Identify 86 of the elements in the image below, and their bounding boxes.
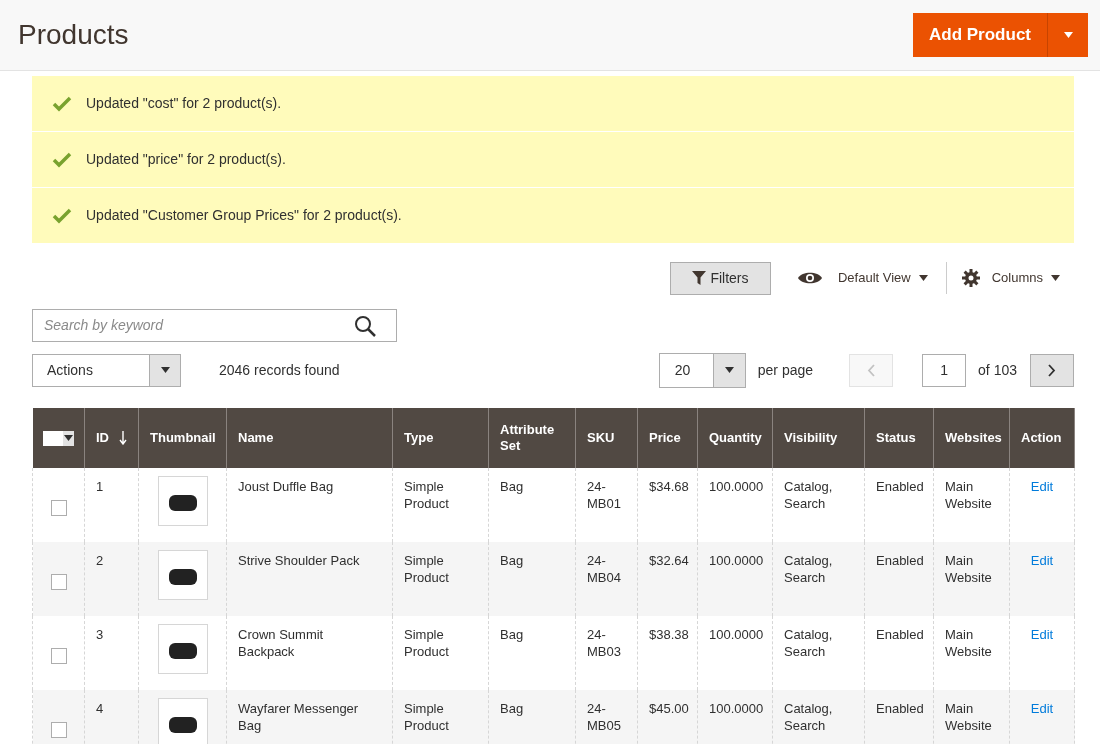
table-cell: $38.38	[649, 627, 689, 642]
actions-dropdown[interactable]: Actions	[32, 353, 181, 387]
table-cell: 1	[96, 479, 104, 494]
caret-icon	[1063, 32, 1073, 38]
table-cell: 100.0000	[709, 479, 764, 494]
table-cell: Enabled	[876, 627, 924, 642]
row-checkbox[interactable]	[50, 721, 67, 738]
table-cell: Crown Summit Backpack	[238, 627, 324, 659]
sort-down-arrow-icon	[119, 431, 127, 445]
table-cell: Bag	[500, 553, 524, 568]
table-cell: 100.0000	[709, 553, 764, 568]
photo-placeholder	[157, 624, 208, 674]
table-cell: 24-MB05	[587, 701, 621, 733]
table-cell: Simple Product	[404, 479, 449, 511]
edit-link[interactable]: Edit	[1021, 552, 1063, 569]
table-cell: Enabled	[876, 479, 924, 494]
caret-icon	[918, 275, 928, 281]
chevron-right-icon	[1048, 363, 1056, 377]
checkmark-icon	[52, 207, 72, 224]
page-number-field[interactable]: 1	[922, 353, 967, 387]
search-field[interactable]: Search by keyword	[32, 309, 397, 342]
per-page-label: per page	[757, 360, 814, 380]
table-cell: Main Website	[945, 479, 992, 511]
search-input[interactable]: Search by keyword	[44, 315, 354, 336]
edit-link[interactable]: Edit	[1021, 626, 1063, 643]
table-cell: 4	[96, 701, 104, 716]
table-cell: Enabled	[876, 701, 924, 716]
table-cell: Catalog, Search	[784, 479, 833, 511]
checkmark-icon	[52, 151, 72, 168]
edit-link[interactable]: Edit	[1021, 478, 1063, 495]
page-title: Products	[18, 18, 129, 52]
mass-select-checkbox[interactable]	[42, 430, 74, 446]
chevron-left-icon	[867, 363, 876, 377]
row-checkbox[interactable]	[50, 499, 67, 516]
edit-link[interactable]: Edit	[1021, 700, 1063, 717]
table-cell: Main Website	[945, 627, 992, 659]
table-cell: $45.00	[649, 701, 689, 716]
table-cell: Enabled	[876, 553, 924, 568]
table-cell: Joust Duffle Bag	[238, 479, 334, 494]
eye-icon	[797, 271, 822, 285]
per-page-dropdown[interactable]: 20	[658, 352, 746, 388]
message-text: Updated "cost" for 2 product(s).	[86, 94, 282, 113]
message-text: Updated "Customer Group Prices" for 2 product(s).	[86, 206, 402, 225]
table-cell: 24-MB01	[587, 479, 621, 511]
table-cell: Main Website	[945, 553, 992, 585]
table-cell: Bag	[500, 701, 524, 716]
settings-icon	[961, 269, 980, 287]
table-cell: Catalog, Search	[784, 701, 833, 733]
table-cell: 100.0000	[709, 701, 764, 716]
table-cell: Simple Product	[404, 627, 449, 659]
table-cell: Strive Shoulder Pack	[238, 553, 360, 568]
table-cell: 24-MB03	[587, 627, 621, 659]
page-count: of 103	[978, 360, 1017, 380]
add-product-split-button[interactable]: Add Product	[913, 13, 1088, 57]
add-product-button[interactable]: Add Product	[913, 13, 1047, 57]
table-cell: $32.64	[649, 553, 689, 568]
table-cell: 100.0000	[709, 627, 764, 642]
caret-icon	[63, 435, 73, 441]
table-cell: Catalog, Search	[784, 627, 833, 659]
table-cell: Wayfarer Messenger Bag	[238, 701, 359, 733]
records-count: 2046 records found	[219, 360, 340, 380]
table-cell: Bag	[500, 627, 524, 642]
row-checkbox[interactable]	[50, 647, 67, 664]
columns-dropdown[interactable]: Columns	[961, 268, 1060, 288]
view-dropdown[interactable]: Default View	[797, 262, 947, 294]
table-cell: 24-MB04	[587, 553, 621, 585]
row-checkbox[interactable]	[50, 573, 67, 590]
photo-placeholder	[157, 476, 208, 526]
table-cell: Simple Product	[404, 701, 449, 733]
message-text: Updated "price" for 2 product(s).	[86, 150, 286, 169]
caret-icon	[1051, 275, 1060, 281]
photo-placeholder	[157, 550, 208, 600]
checkmark-icon	[52, 95, 72, 112]
table-cell: 2	[96, 553, 104, 568]
next-page-button[interactable]	[1030, 353, 1074, 387]
table-cell: Simple Product	[404, 553, 449, 585]
table-cell: $34.68	[649, 479, 689, 494]
table-cell: Bag	[500, 479, 524, 494]
table-cell: Catalog, Search	[784, 553, 833, 585]
filters-button[interactable]: Filters	[669, 261, 771, 295]
caret-icon	[724, 367, 734, 373]
caret-icon	[160, 367, 170, 373]
search-icon	[354, 314, 376, 337]
table-cell: Main Website	[945, 701, 992, 733]
filter-icon	[692, 271, 707, 285]
table-cell: 3	[96, 627, 104, 642]
